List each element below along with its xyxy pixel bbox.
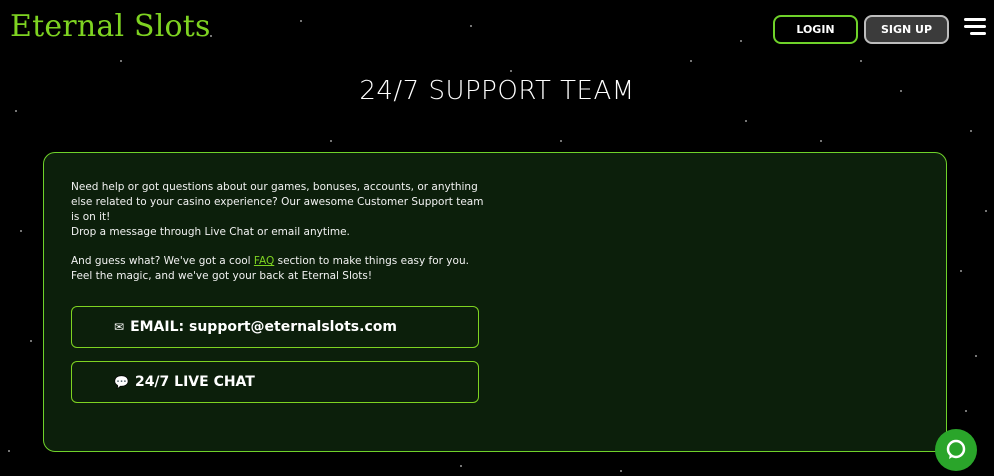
site-logo[interactable]: Eternal Slots <box>10 9 211 44</box>
star <box>745 120 747 122</box>
star <box>330 140 332 142</box>
email-support-label: EMAIL: support@eternalslots.com <box>130 319 397 335</box>
chat-bubble-icon <box>946 439 966 459</box>
star <box>965 410 967 412</box>
live-chat-button[interactable]: 💬 24/7 LIVE CHAT <box>71 361 479 403</box>
live-chat-label: 24/7 LIVE CHAT <box>134 374 255 390</box>
hamburger-menu-icon[interactable] <box>964 18 988 38</box>
star <box>8 450 10 452</box>
login-button[interactable]: LOGIN <box>773 15 858 44</box>
support-faq-text: And guess what? We've got a cool FAQ sec… <box>71 254 491 284</box>
star <box>510 70 512 72</box>
star <box>15 110 17 112</box>
faq-link[interactable]: FAQ <box>254 255 274 267</box>
star <box>960 270 962 272</box>
star <box>460 465 462 467</box>
star <box>690 60 692 62</box>
star <box>470 25 472 27</box>
support-intro-text: Need help or got questions about our gam… <box>71 181 484 223</box>
speech-bubble-icon: 💬 <box>114 375 129 389</box>
support-card: Need help or got questions about our gam… <box>43 152 947 452</box>
support-drop-message-text: Drop a message through Live Chat or emai… <box>71 226 350 238</box>
chat-widget-button[interactable] <box>935 429 977 471</box>
email-support-button[interactable]: ✉ EMAIL: support@eternalslots.com <box>71 306 479 348</box>
faq-text-before: And guess what? We've got a cool <box>71 255 254 267</box>
star <box>985 210 987 212</box>
star <box>300 20 302 22</box>
star <box>120 60 122 62</box>
signup-button[interactable]: SIGN UP <box>864 15 949 44</box>
star <box>860 60 862 62</box>
envelope-icon: ✉ <box>114 320 125 334</box>
star <box>820 140 822 142</box>
star <box>975 355 977 357</box>
page-title: 24/7 SUPPORT TEAM <box>359 76 635 106</box>
star <box>30 340 32 342</box>
star <box>20 230 22 232</box>
page: Eternal Slots LOGIN SIGN UP 24/7 SUPPORT… <box>0 0 994 476</box>
star <box>970 130 972 132</box>
star <box>620 470 622 472</box>
star <box>560 140 562 142</box>
star <box>740 40 742 42</box>
